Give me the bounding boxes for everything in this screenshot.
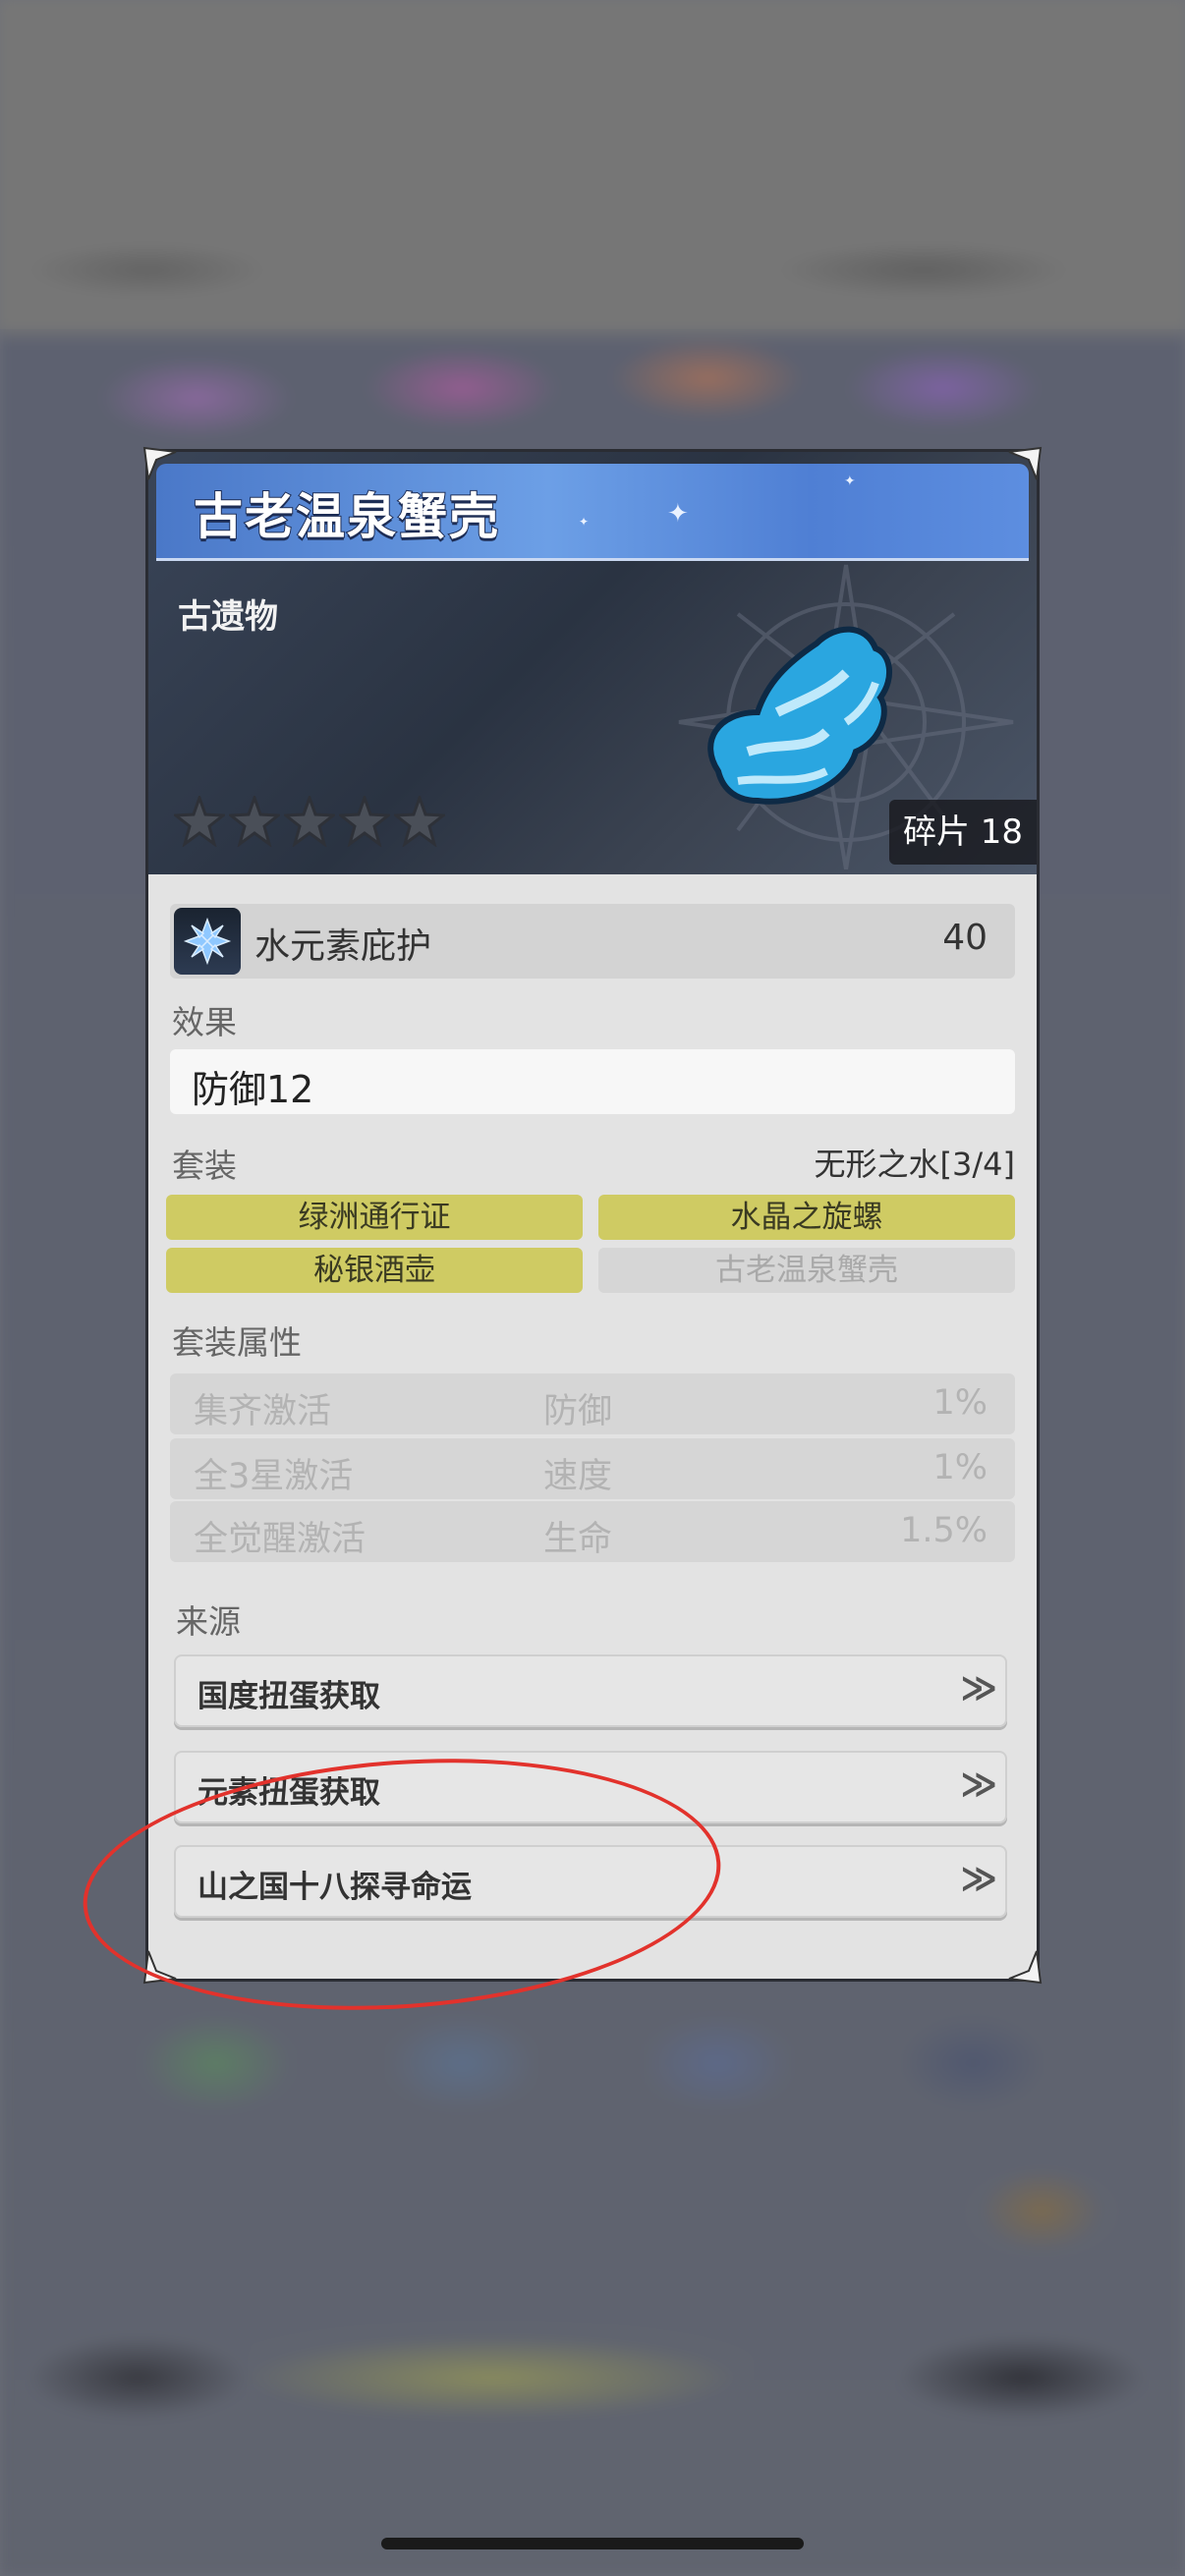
item-title: 古老温泉蟹壳 xyxy=(193,487,500,546)
sparkle-icon: ✦ xyxy=(844,474,856,489)
main-stat-name: 水元素庇护 xyxy=(254,926,432,967)
corner-ornament-icon xyxy=(1007,446,1043,481)
set-name: 无形之水[3/4] xyxy=(814,1146,1015,1183)
corner-ornament-icon xyxy=(1007,1949,1043,1985)
star-icon xyxy=(394,796,445,847)
set-piece[interactable]: 绿洲通行证 xyxy=(166,1195,583,1240)
source-label: 国度扭蛋获取 xyxy=(198,1679,380,1714)
set-piece[interactable]: 秘银酒壶 xyxy=(166,1248,583,1293)
attribute-condition: 集齐激活 xyxy=(194,1392,332,1431)
star-icon xyxy=(284,796,335,847)
set-piece[interactable]: 水晶之旋螺 xyxy=(598,1195,1015,1240)
attribute-value: 1% xyxy=(932,1448,988,1487)
set-attribute-row: 全觉醒激活 生命 1.5% xyxy=(170,1501,1015,1562)
title-bar: 古老温泉蟹壳 ✦ ✦ ✦ xyxy=(156,464,1029,561)
set-attribute-row: 集齐激活 防御 1% xyxy=(170,1373,1015,1434)
home-indicator[interactable] xyxy=(381,2538,804,2549)
rarity-stars xyxy=(174,796,445,847)
effect-label: 效果 xyxy=(172,1003,237,1041)
corner-ornament-icon xyxy=(142,446,178,481)
attribute-stat: 防御 xyxy=(543,1392,613,1431)
shard-count: 碎片 18 xyxy=(889,800,1037,865)
item-detail-card: 古老温泉蟹壳 ✦ ✦ ✦ 古遗物 碎片 18 水元素庇护 40 效果 防御12 … xyxy=(142,446,1043,1985)
attribute-condition: 全觉醒激活 xyxy=(194,1520,367,1559)
main-stat-value: 40 xyxy=(942,918,988,958)
double-chevron-right-icon: ≫ xyxy=(960,1668,997,1708)
star-icon xyxy=(174,796,225,847)
attribute-condition: 全3星激活 xyxy=(194,1457,354,1496)
effect-box: 防御12 xyxy=(170,1049,1015,1114)
set-piece-missing[interactable]: 古老温泉蟹壳 xyxy=(598,1248,1015,1293)
star-icon xyxy=(229,796,280,847)
source-button[interactable]: 国度扭蛋获取 ≫ xyxy=(174,1654,1007,1727)
double-chevron-right-icon: ≫ xyxy=(960,1764,997,1805)
background-header xyxy=(0,0,1185,329)
main-stat-row: 水元素庇护 40 xyxy=(170,904,1015,979)
attribute-stat: 生命 xyxy=(543,1520,613,1559)
sparkle-icon: ✦ xyxy=(667,499,689,529)
double-chevron-right-icon: ≫ xyxy=(960,1859,997,1899)
attribute-value: 1.5% xyxy=(900,1511,988,1550)
effect-text: 防御12 xyxy=(192,1068,314,1111)
set-attributes-label: 套装属性 xyxy=(172,1323,302,1362)
set-label: 套装 xyxy=(172,1147,237,1185)
water-element-icon xyxy=(174,908,241,975)
star-icon xyxy=(339,796,390,847)
sparkle-icon: ✦ xyxy=(579,515,590,529)
item-hero-panel: 古老温泉蟹壳 ✦ ✦ ✦ 古遗物 碎片 18 xyxy=(148,452,1037,874)
crab-shell-relic-icon xyxy=(707,626,893,805)
attribute-stat: 速度 xyxy=(543,1457,613,1496)
sources-label: 来源 xyxy=(176,1602,241,1641)
item-category: 古遗物 xyxy=(178,597,278,637)
set-attribute-row: 全3星激活 速度 1% xyxy=(170,1438,1015,1499)
attribute-value: 1% xyxy=(932,1383,988,1423)
